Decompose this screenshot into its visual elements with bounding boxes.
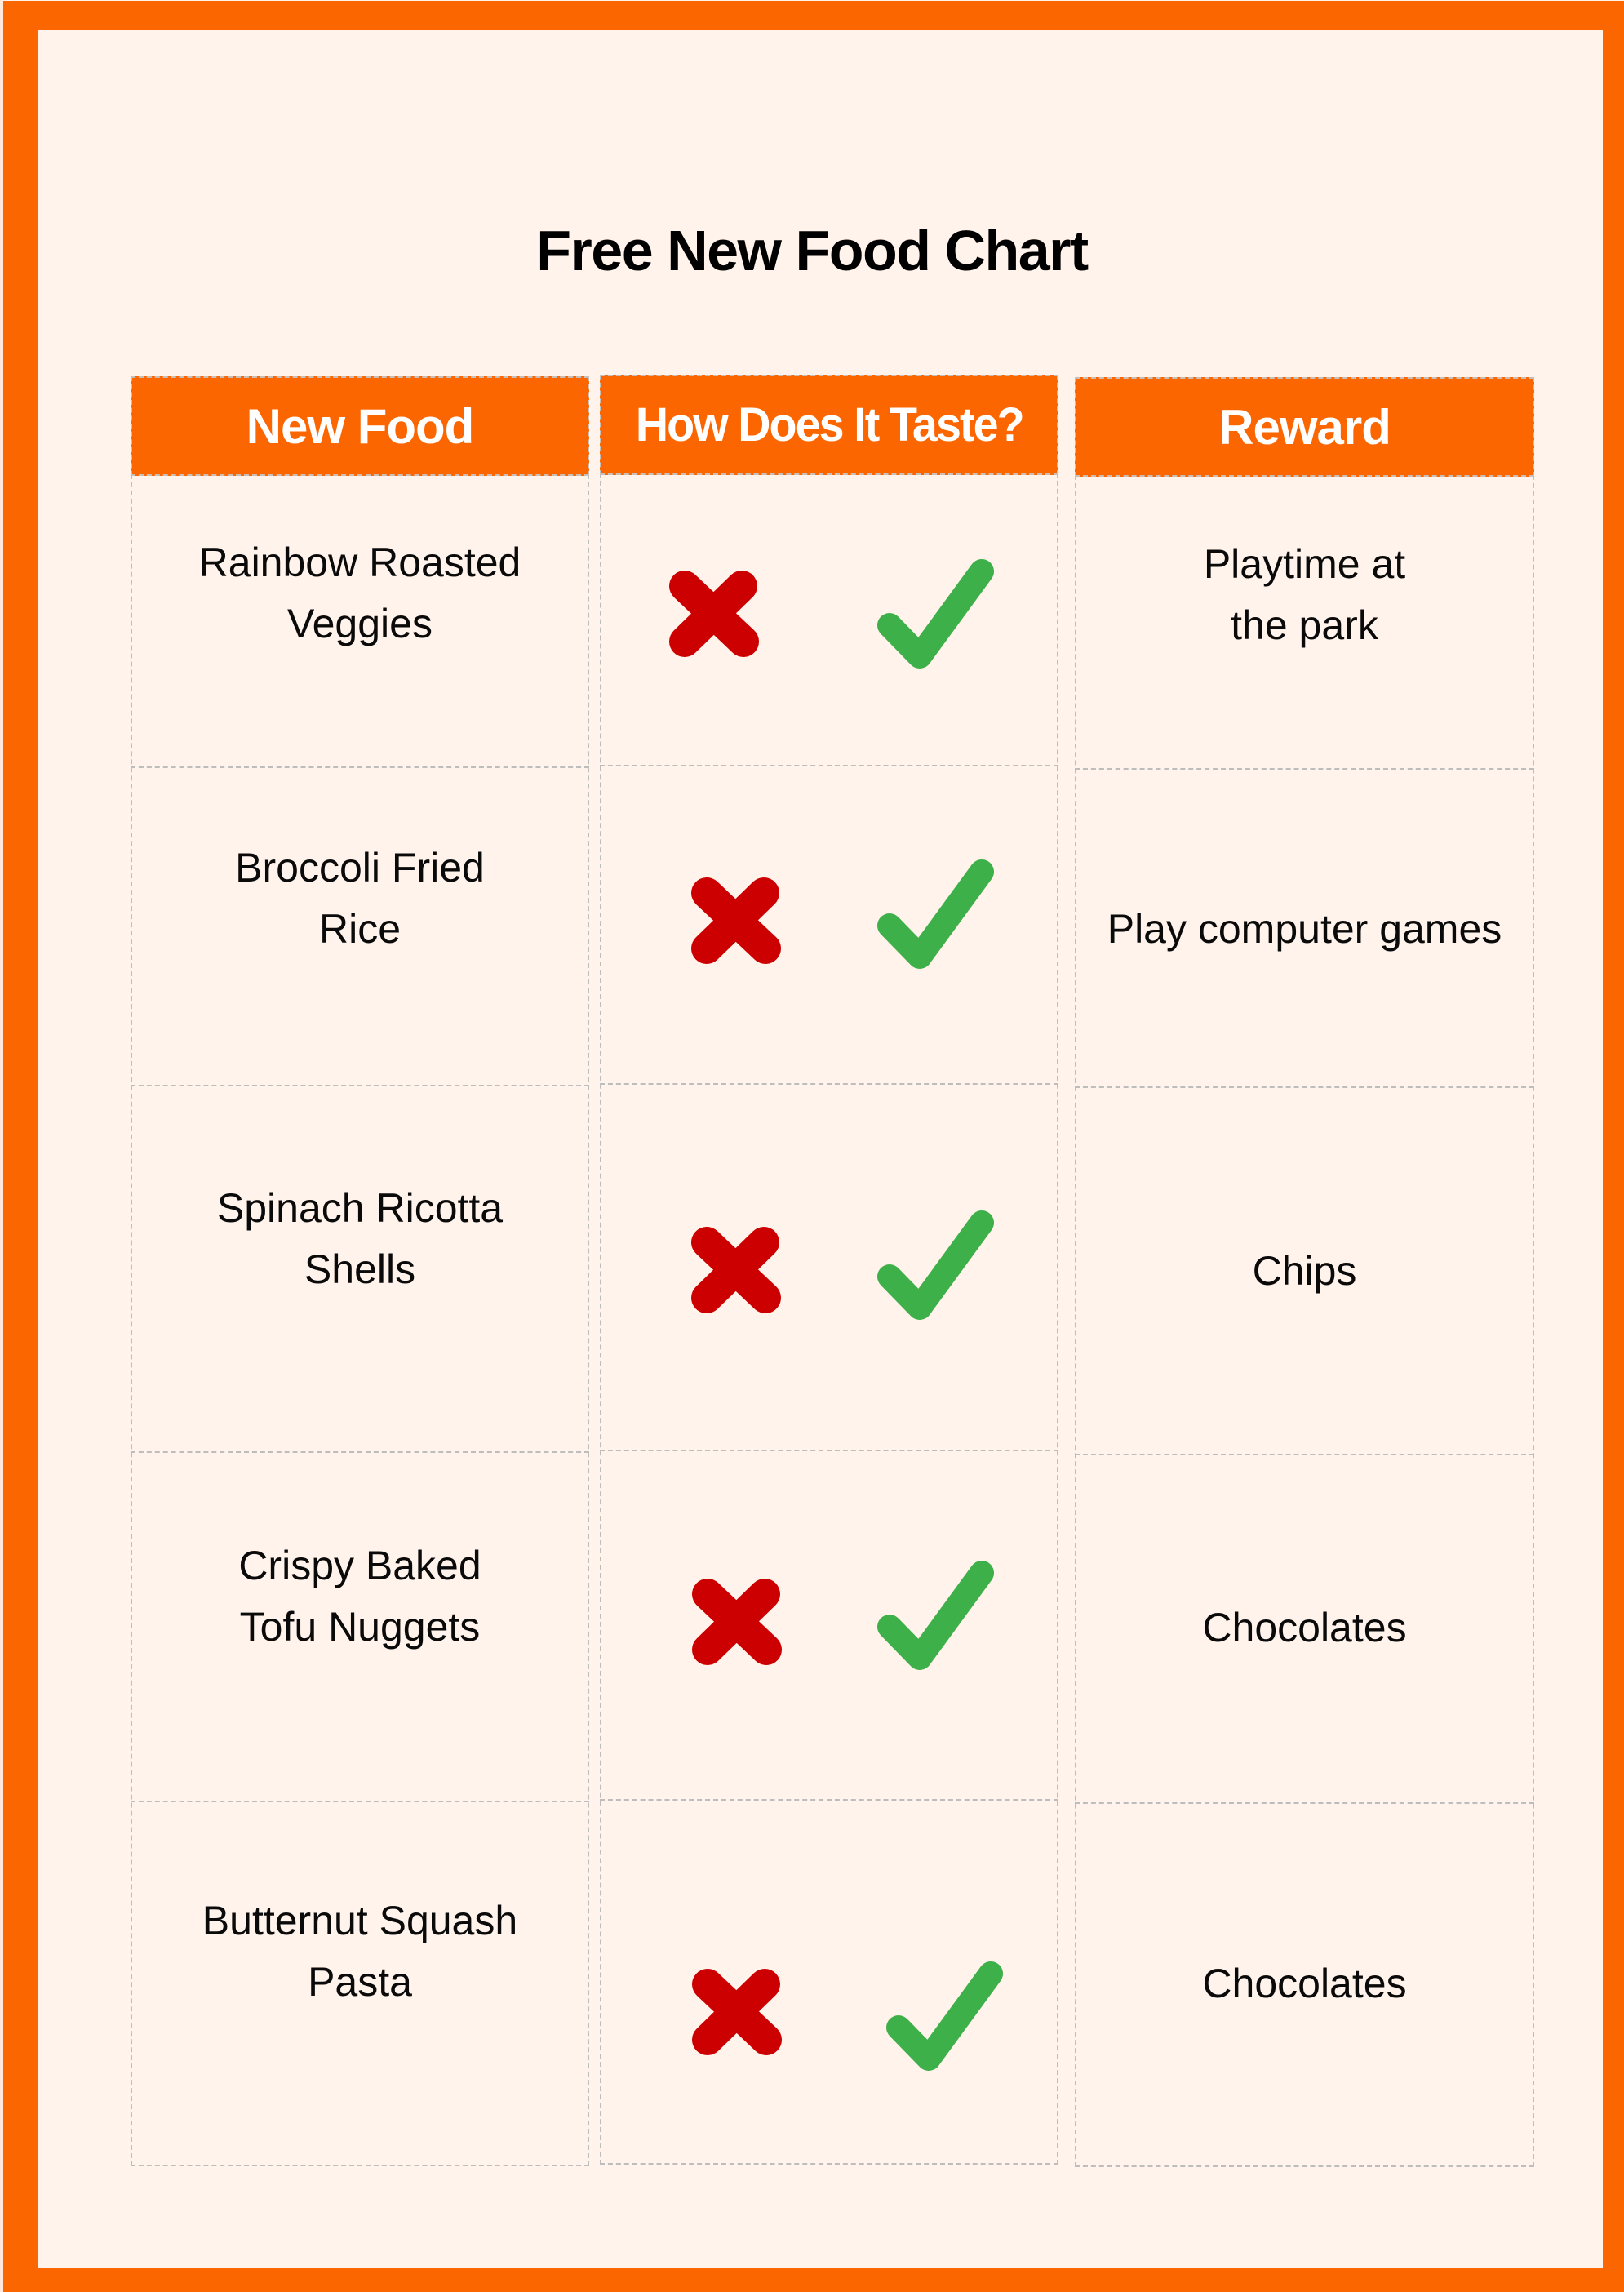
reward-cell: Play computer games: [1075, 899, 1534, 960]
x-mark-icon[interactable]: [685, 1573, 788, 1671]
row-divider: [600, 1083, 1058, 1085]
row-divider: [1075, 1454, 1534, 1455]
food-name-line: Pasta: [308, 1959, 412, 2005]
food-name-line: Butternut Squash: [202, 1898, 518, 1943]
food-name-line: Crispy Baked: [238, 1543, 481, 1588]
x-mark-icon[interactable]: [685, 1963, 788, 2061]
header-new-food-label: New Food: [246, 398, 475, 454]
food-cell: Broccoli Fried Rice: [131, 837, 589, 960]
food-cell: Crispy Baked Tofu Nuggets: [131, 1535, 589, 1658]
row-divider: [131, 766, 589, 768]
header-new-food: New Food: [131, 376, 589, 476]
row-divider: [131, 1085, 589, 1086]
check-mark-icon[interactable]: [876, 1561, 996, 1679]
row-divider: [600, 765, 1058, 766]
food-cell: Rainbow Roasted Veggies: [131, 532, 589, 655]
x-mark-icon[interactable]: [684, 1221, 787, 1319]
page-title: Free New Food Chart: [536, 219, 1089, 282]
check-mark-icon[interactable]: [876, 559, 996, 677]
reward-line: Chocolates: [1202, 1605, 1407, 1650]
food-name-line: Broccoli Fried: [235, 845, 485, 891]
row-divider: [600, 1799, 1058, 1801]
reward-line: the park: [1231, 602, 1378, 648]
check-mark-icon[interactable]: [885, 1961, 1005, 2080]
row-divider: [600, 1450, 1058, 1451]
food-name-line: Spinach Ricotta: [216, 1185, 504, 1231]
row-divider: [131, 1451, 589, 1453]
reward-cell: Playtime at the park: [1075, 534, 1534, 656]
reward-line: Chocolates: [1202, 1961, 1407, 2006]
header-reward: Reward: [1075, 377, 1534, 477]
food-cell: Spinach Ricotta Shells: [131, 1178, 589, 1300]
reward-line: Chips: [1252, 1248, 1357, 1294]
reward-cell: Chocolates: [1075, 1597, 1534, 1659]
header-taste: How Does It Taste?: [600, 375, 1058, 475]
check-mark-icon[interactable]: [876, 1210, 996, 1329]
header-taste-label: How Does It Taste?: [635, 398, 1025, 451]
food-cell: Butternut Squash Pasta: [131, 1890, 589, 2013]
reward-cell: Chips: [1075, 1241, 1534, 1302]
reward-line: Playtime at: [1203, 541, 1406, 587]
header-reward-label: Reward: [1218, 399, 1391, 455]
food-name-line: Rice: [318, 906, 402, 952]
food-name-line: Tofu Nuggets: [239, 1604, 481, 1650]
food-name-line: Rainbow Roasted: [198, 540, 521, 585]
row-divider: [1075, 1086, 1534, 1088]
row-divider: [1075, 768, 1534, 770]
reward-line: Play computer games: [1107, 906, 1502, 952]
row-divider: [131, 1801, 589, 1802]
x-mark-icon[interactable]: [684, 872, 787, 970]
x-mark-icon[interactable]: [662, 565, 765, 663]
check-mark-icon[interactable]: [876, 860, 996, 978]
food-name-line: Veggies: [287, 601, 433, 646]
reward-cell: Chocolates: [1075, 1953, 1534, 2014]
row-divider: [1075, 1802, 1534, 1804]
food-name-line: Shells: [304, 1246, 416, 1292]
